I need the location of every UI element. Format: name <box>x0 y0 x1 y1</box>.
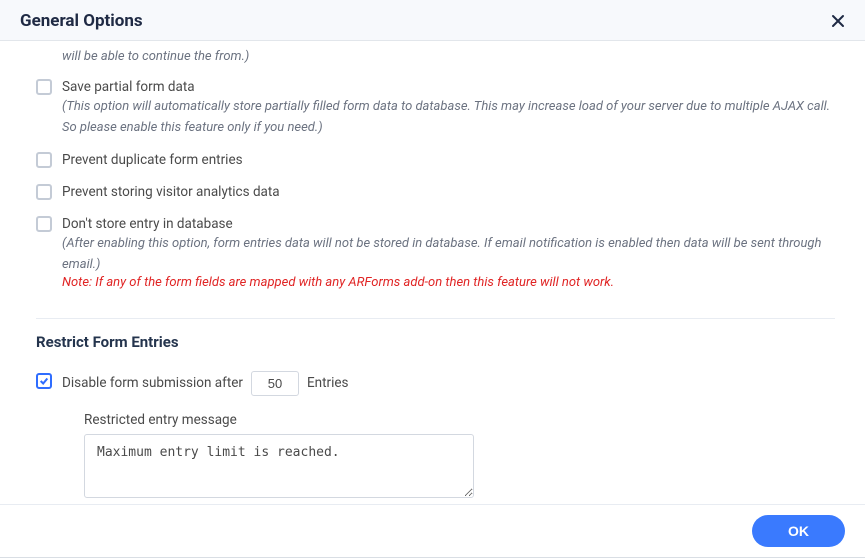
checkbox-save-partial[interactable] <box>36 79 52 95</box>
option-label: Don't store entry in database <box>62 214 835 234</box>
option-help-text: (This option will automatically store pa… <box>62 97 835 137</box>
entry-limit-suffix: Entries <box>307 375 349 391</box>
option-disable-submission: Disable form submission after Entries <box>36 365 835 402</box>
restricted-message-textarea[interactable] <box>84 434 474 498</box>
modal-header: General Options <box>0 0 865 41</box>
restricted-message-block: Restricted entry message <box>84 412 835 502</box>
general-options-modal: General Options will be able to continue… <box>0 0 865 558</box>
restrict-section-title: Restrict Form Entries <box>36 333 835 351</box>
close-icon <box>830 13 846 29</box>
option-prevent-analytics: Prevent storing visitor analytics data <box>36 176 835 208</box>
truncated-help-text: will be able to continue the from.) <box>62 47 835 67</box>
option-save-partial: Save partial form data (This option will… <box>36 71 835 144</box>
checkbox-disable-submission[interactable] <box>36 373 52 389</box>
option-label: Prevent duplicate form entries <box>62 150 835 170</box>
options-list: will be able to continue the from.) Save… <box>36 41 835 502</box>
option-prevent-duplicate: Prevent duplicate form entries <box>36 144 835 176</box>
close-button[interactable] <box>827 10 849 32</box>
checkbox-dont-store[interactable] <box>36 216 52 232</box>
restricted-message-label: Restricted entry message <box>84 412 835 428</box>
option-warning-text: Note: If any of the form fields are mapp… <box>62 275 835 290</box>
option-label: Prevent storing visitor analytics data <box>62 182 835 202</box>
divider <box>36 318 835 319</box>
check-icon <box>39 376 49 386</box>
option-help-text: (After enabling this option, form entrie… <box>62 234 835 274</box>
option-label: Save partial form data <box>62 77 835 97</box>
checkbox-prevent-analytics[interactable] <box>36 184 52 200</box>
modal-body[interactable]: will be able to continue the from.) Save… <box>0 41 865 504</box>
modal-footer: OK <box>0 504 865 557</box>
entry-limit-input[interactable] <box>251 371 299 396</box>
option-label: Disable form submission after <box>62 373 243 393</box>
checkbox-prevent-duplicate[interactable] <box>36 152 52 168</box>
option-dont-store: Don't store entry in database (After ena… <box>36 208 835 296</box>
ok-button[interactable]: OK <box>752 515 845 547</box>
modal-title: General Options <box>20 11 143 31</box>
